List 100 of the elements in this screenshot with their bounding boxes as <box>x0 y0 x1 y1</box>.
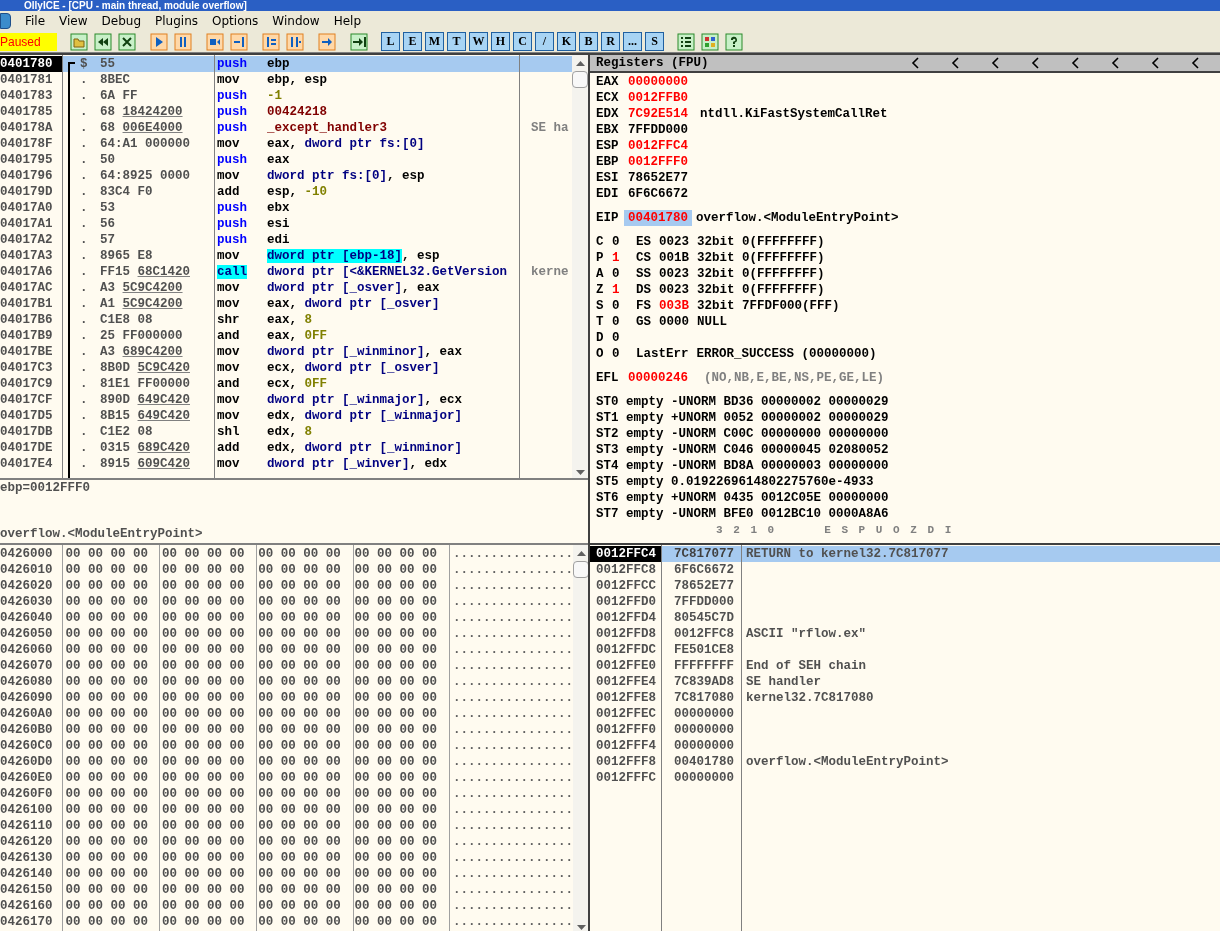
menu-item[interactable]: File <box>25 12 46 30</box>
toolbar-button[interactable]: S <box>645 32 664 51</box>
menu-item[interactable]: Debug <box>101 12 142 30</box>
toolbar-button[interactable] <box>117 31 137 52</box>
marker-text: . <box>80 360 89 376</box>
scrollbar[interactable] <box>573 545 588 931</box>
chevron-left-icon[interactable] <box>1031 57 1039 69</box>
flag-value[interactable]: 0 <box>612 330 636 346</box>
fpu-register: ST0 empty -UNORM BD36 00000002 00000029 <box>596 394 890 410</box>
marker-text: . <box>80 168 89 184</box>
ascii-cell-text: ................ <box>451 626 573 642</box>
toolbar-button[interactable]: T <box>447 32 466 51</box>
address-cell-text: 04260E0 <box>0 770 54 786</box>
flag-value[interactable]: 1 <box>612 250 636 266</box>
segment-selector: 0023 <box>659 234 690 250</box>
chevron-left-icon[interactable] <box>911 57 919 69</box>
segment-selector: 0000 <box>659 314 690 330</box>
scrollbar[interactable] <box>572 55 588 478</box>
toolbar-button[interactable] <box>700 31 720 52</box>
toolbar-button[interactable]: ... <box>623 32 642 51</box>
menu-item[interactable]: View <box>59 12 88 30</box>
register-name: EAX <box>596 74 620 90</box>
address-cell-text: 04017A1 <box>0 216 54 232</box>
hex-cell-text: 00 00 00 00 <box>353 674 439 690</box>
mnemonic-text: and <box>217 329 240 343</box>
toolbar-button[interactable]: C <box>513 32 532 51</box>
address-cell-text: 0426070 <box>0 658 54 674</box>
register-comment: overflow.<ModuleEntryPoint> <box>695 210 899 226</box>
toolbar-button[interactable]: H <box>491 32 510 51</box>
menu-item[interactable]: Options <box>212 12 259 30</box>
menu-item[interactable]: Help <box>333 12 362 30</box>
hex-cell-text: 00 00 00 00 <box>64 546 150 562</box>
toolbar-button[interactable] <box>173 31 193 52</box>
register-value: 0012FFC4 <box>628 138 689 154</box>
toolbar-button[interactable] <box>93 31 113 52</box>
hex-cell-text: 00 00 00 00 <box>257 834 342 850</box>
toolbar-button[interactable] <box>149 31 169 52</box>
hex-cell: 0315 689C420 <box>100 440 191 456</box>
chevron-left-icon[interactable] <box>1111 57 1119 69</box>
hex-cell-text: 00 00 00 00 <box>64 722 150 738</box>
chevron-left-icon[interactable] <box>991 57 999 69</box>
register-name: EBX <box>596 122 620 138</box>
hex-cell-text: 00 00 00 00 <box>160 658 246 674</box>
pane-title: Registers (FPU) <box>596 55 710 71</box>
chevron-left-icon[interactable] <box>1191 57 1199 69</box>
hex-cell-text: 00 00 00 00 <box>353 690 439 706</box>
ascii-cell-text: ................ <box>451 642 573 658</box>
menu-item[interactable]: Window <box>272 12 320 30</box>
flag-value[interactable]: 0 <box>612 314 636 330</box>
selected-row[interactable]: 0401780 $ 55 push ebp <box>0 56 572 72</box>
hex-cell-text: 00 00 00 00 <box>257 914 342 930</box>
toolbar-button[interactable]: W <box>469 32 488 51</box>
toolbar-button[interactable]: L <box>381 32 400 51</box>
hex-cell-text: 00 00 00 00 <box>160 802 246 818</box>
toolbar-button[interactable] <box>724 31 744 52</box>
toolbar-button[interactable]: B <box>579 32 598 51</box>
hex-cell-text: 00 00 00 00 <box>160 546 246 562</box>
scroll-thumb[interactable] <box>572 71 588 88</box>
chevron-left-icon[interactable] <box>1071 57 1079 69</box>
flag-value[interactable]: 1 <box>612 282 636 298</box>
menu-item[interactable]: Plugins <box>155 12 199 30</box>
toolbar-button[interactable]: M <box>425 32 444 51</box>
selected-row[interactable]: 0012FFC4 7C817077 RETURN to kernel32.7C817077 <box>590 546 1220 562</box>
flag-value[interactable]: 0 <box>612 346 636 362</box>
hex-cell-text: 00 00 00 00 <box>257 578 342 594</box>
operand-text: dword ptr [_winmajor], ecx <box>267 392 464 408</box>
comment-text: kernel32.7C817080 <box>745 690 874 706</box>
address-cell-text: 04017AC <box>0 280 54 296</box>
toolbar-button[interactable]: R <box>601 32 620 51</box>
register-name: EIP <box>596 210 620 226</box>
mnemonic-text: mov <box>217 361 240 375</box>
address-cell-text: 0012FFCC <box>595 578 657 594</box>
hex-cell-text: 00 00 00 00 <box>353 850 439 866</box>
chevron-left-icon[interactable] <box>951 57 959 69</box>
flag-value[interactable]: 0 <box>612 298 636 314</box>
marker-text: . <box>80 280 89 296</box>
hex-cell-text: 00 00 00 00 <box>257 626 342 642</box>
hex-cell: 68 006E4000 <box>100 120 183 136</box>
hex-cell: 8BEC <box>100 72 130 88</box>
hex-cell: 8B0D 5C9C420 <box>100 360 191 376</box>
address-cell-text: 04017DB <box>0 424 54 440</box>
operand-text: ebx <box>267 200 291 216</box>
register-name: ECX <box>596 90 620 106</box>
toolbar-button[interactable]: E <box>403 32 422 51</box>
hex-cell-text: 00 00 00 00 <box>353 914 439 930</box>
flag-value[interactable]: 0 <box>612 266 636 282</box>
segment-info: 32bit 0(FFFFFFFF) <box>697 266 825 282</box>
flag-value[interactable]: 0 <box>612 234 636 250</box>
toolbar-button[interactable]: K <box>557 32 576 51</box>
toolbar-button[interactable] <box>317 31 337 52</box>
toolbar-button[interactable] <box>349 31 369 52</box>
toolbar-button[interactable] <box>676 31 696 52</box>
address-cell-text: 0012FFF0 <box>595 722 657 738</box>
scroll-thumb[interactable] <box>573 561 588 578</box>
address-cell-text: 0401795 <box>0 152 54 168</box>
value-cell-text: 0012FFC8 <box>673 626 735 642</box>
toolbar-button[interactable]: / <box>535 32 554 51</box>
hex-cell: 890D 649C420 <box>100 392 191 408</box>
address-cell-text: 04017B6 <box>0 312 54 328</box>
chevron-left-icon[interactable] <box>1151 57 1159 69</box>
